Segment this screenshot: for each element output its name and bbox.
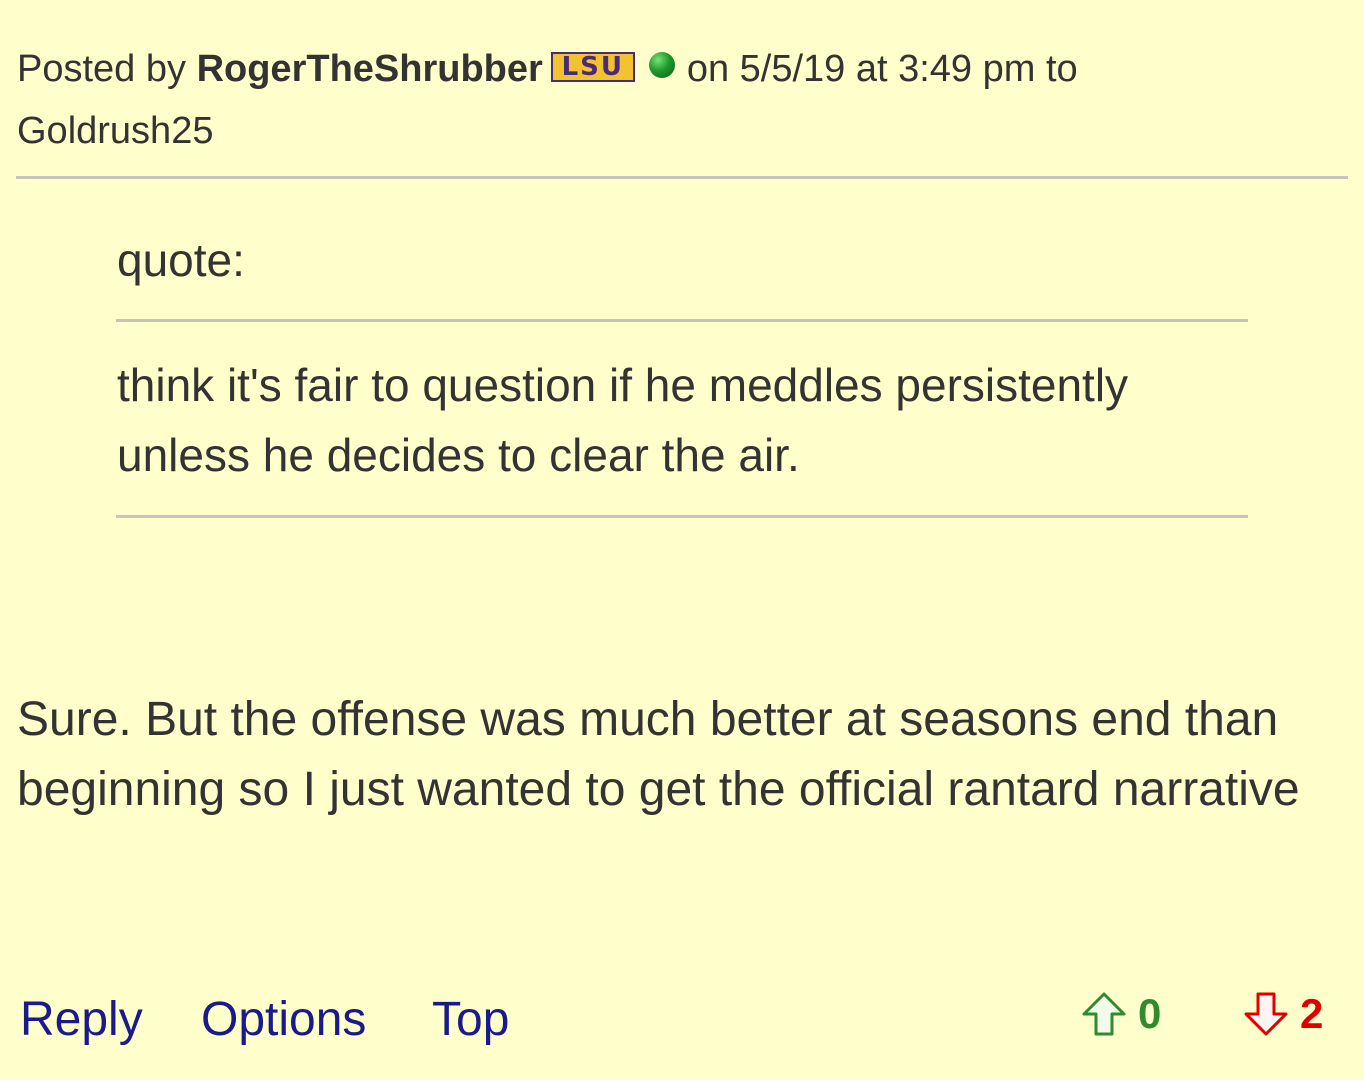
upvote-button[interactable]: 0 bbox=[1080, 986, 1161, 1042]
post-header: Posted by RogerTheShrubber LSU on 5/5/19 a… bbox=[17, 38, 1337, 162]
downvote-button[interactable]: 2 bbox=[1242, 986, 1323, 1042]
quote-text: think it's fair to question if he meddle… bbox=[117, 359, 1129, 481]
team-badge: LSU bbox=[550, 51, 635, 82]
posted-by-label: Posted by bbox=[17, 48, 186, 90]
upvote-arrow-icon bbox=[1080, 990, 1128, 1038]
recipient-username[interactable]: Goldrush25 bbox=[17, 110, 213, 152]
downvote-arrow-icon bbox=[1242, 990, 1290, 1038]
post-date: on 5/5/19 at 3:49 pm to bbox=[686, 48, 1078, 90]
author-username[interactable]: RogerTheShrubber bbox=[197, 48, 543, 90]
header-divider bbox=[16, 176, 1348, 179]
upvote-count: 0 bbox=[1138, 990, 1162, 1037]
top-link[interactable]: Top bbox=[432, 988, 509, 1052]
downvote-count: 2 bbox=[1300, 990, 1324, 1037]
post-body: Sure. But the offense was much better at… bbox=[17, 693, 1300, 816]
options-link[interactable]: Options bbox=[201, 988, 366, 1052]
quote-divider-top bbox=[116, 319, 1248, 322]
reply-link[interactable]: Reply bbox=[20, 988, 143, 1052]
quote-divider-bottom bbox=[116, 515, 1248, 518]
online-status-icon bbox=[648, 51, 675, 78]
quote-label: quote: bbox=[117, 234, 245, 286]
